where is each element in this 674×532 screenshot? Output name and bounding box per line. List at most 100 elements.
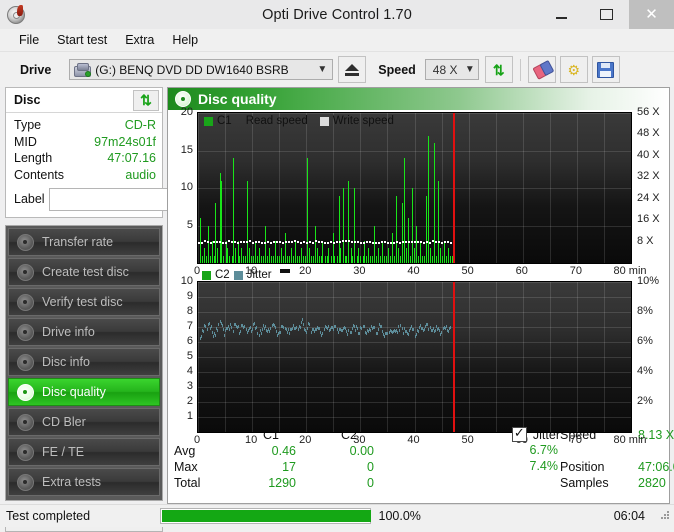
c2-x-axis-row: 01020304050607080 min <box>170 433 667 450</box>
eject-button[interactable] <box>338 56 366 83</box>
menu-item-help[interactable]: Help <box>163 31 207 49</box>
c2-jitter-chart[interactable]: 1 2 3 4 5 6 7 8 9 10 2% 4% 6% 8% 10% C2 Jitter <box>170 281 667 433</box>
disc-icon <box>17 384 34 401</box>
disc-quality-panel: Disc quality 5 10 15 20 8 X 16 X 24 X 32 X 40 X… <box>167 87 670 504</box>
grid-line-v <box>631 113 632 263</box>
y2-tick-label: 10% <box>637 275 659 287</box>
c1-bar <box>438 181 439 264</box>
c1-bar <box>311 256 312 264</box>
read-speed-point <box>411 241 413 243</box>
tools-button[interactable]: ⚙ <box>560 56 588 83</box>
drive-select[interactable]: (G:) BENQ DVD DD DW1640 BSRB ▼ <box>69 59 333 80</box>
jitter-point <box>212 331 213 334</box>
jitter-point <box>359 332 360 335</box>
jitter-point <box>397 331 398 334</box>
c1-bar <box>432 256 433 264</box>
disc-refresh-button[interactable]: ⇅ <box>133 90 159 111</box>
wrench-icon: ⚙ <box>568 63 581 77</box>
read-speed-point <box>261 242 263 244</box>
x-tick-label: 30 <box>353 434 365 446</box>
read-speed-point <box>444 241 446 243</box>
refresh-button[interactable]: ⇅ <box>485 56 513 83</box>
c1-bar <box>354 188 355 263</box>
erase-button[interactable] <box>528 56 556 83</box>
c2-jitter-plot-area[interactable] <box>197 281 632 433</box>
x-tick-label: 70 <box>570 434 582 446</box>
c1-bar <box>257 256 258 264</box>
disc-label-row: Label <box>14 187 156 211</box>
disc-key-contents: Contents <box>14 167 125 184</box>
read-speed-point <box>282 242 284 244</box>
jitter-point <box>381 325 382 328</box>
sidebar-item-transfer-rate[interactable]: Transfer rate <box>8 228 160 256</box>
c1-bar <box>444 241 445 264</box>
sidebar-item-drive-info[interactable]: Drive info <box>8 318 160 346</box>
c1-bar <box>281 248 282 263</box>
y-tick-label: 10 <box>181 181 193 193</box>
sidebar-item-cd-bler[interactable]: CD Bler <box>8 408 160 436</box>
jitter-point <box>450 326 451 329</box>
samples-info-value: 2820 <box>638 475 674 491</box>
c1-bar <box>275 241 276 264</box>
c1-bar <box>420 241 421 264</box>
jitter-point <box>256 326 257 329</box>
read-speed-point <box>258 241 260 243</box>
data-end-marker <box>453 113 455 263</box>
y-tick-label: 20 <box>181 106 193 118</box>
c1-bar <box>229 256 230 264</box>
sidebar-item-extra-tests[interactable]: Extra tests <box>8 468 160 496</box>
c1-bar <box>400 256 401 264</box>
c1-bar <box>396 196 397 264</box>
grid-line-h <box>198 297 631 298</box>
c1-chart-legend: C1 Read speed Write speed <box>204 115 394 127</box>
resize-grip[interactable] <box>661 511 671 521</box>
sidebar-item-verify-test-disc[interactable]: Verify test disc <box>8 288 160 316</box>
sidebar-item-fe-te[interactable]: FE / TE <box>8 438 160 466</box>
menu-item-extra[interactable]: Extra <box>116 31 163 49</box>
jitter-point <box>298 328 299 331</box>
refresh-icon: ⇅ <box>140 94 152 106</box>
sidebar-item-create-test-disc[interactable]: Create test disc <box>8 258 160 286</box>
jitter-point <box>424 328 425 331</box>
c1-bar <box>450 256 451 264</box>
menu-item-file[interactable]: File <box>10 31 48 49</box>
read-speed-point <box>276 241 278 243</box>
y-tick-label: 9 <box>187 290 193 302</box>
c1-chart[interactable]: 5 10 15 20 8 X 16 X 24 X 32 X 40 X 48 X 56 X C1 R… <box>170 112 667 264</box>
jitter-point <box>217 329 218 332</box>
read-speed-point <box>366 241 368 243</box>
sidebar-item-disc-quality[interactable]: Disc quality <box>8 378 160 406</box>
legend-swatch-write-speed <box>320 117 329 126</box>
jitter-point <box>408 333 409 336</box>
samples-info-label: Samples <box>560 475 638 491</box>
menu-item-start-test[interactable]: Start test <box>48 31 116 49</box>
read-speed-point <box>237 242 239 244</box>
disc-icon <box>17 264 34 281</box>
c1-bar <box>352 256 353 264</box>
c1-bar <box>241 248 242 263</box>
jitter-point <box>270 327 271 330</box>
c1-bar <box>366 256 367 264</box>
y-tick-label: 15 <box>181 144 193 156</box>
read-speed-point <box>255 241 257 243</box>
sidebar-item-disc-info[interactable]: Disc info <box>8 348 160 376</box>
jitter-point <box>203 330 204 333</box>
disc-panel-header: Disc ⇅ <box>6 88 162 113</box>
save-button[interactable] <box>592 56 620 83</box>
disc-key-mid: MID <box>14 134 94 151</box>
c1-bar <box>436 256 437 264</box>
read-speed-point <box>408 241 410 243</box>
read-speed-y-axis: 8 X 16 X 24 X 32 X 40 X 48 X 56 X <box>633 112 667 264</box>
c1-bar <box>271 256 272 264</box>
read-speed-point <box>324 242 326 244</box>
jitter-checkbox[interactable] <box>512 427 527 442</box>
c1-bar <box>305 256 306 264</box>
jitter-point <box>307 327 308 330</box>
y-tick-label: 2 <box>187 395 193 407</box>
status-bar: Test completed 100.0% 06:04 <box>0 504 674 527</box>
jitter-point <box>378 328 379 331</box>
c1-plot-area[interactable]: C1 Read speed Write speed <box>197 112 632 264</box>
c1-bar <box>313 256 314 264</box>
c1-bar <box>251 256 252 264</box>
speed-select[interactable]: 48 X ▼ <box>425 59 479 80</box>
